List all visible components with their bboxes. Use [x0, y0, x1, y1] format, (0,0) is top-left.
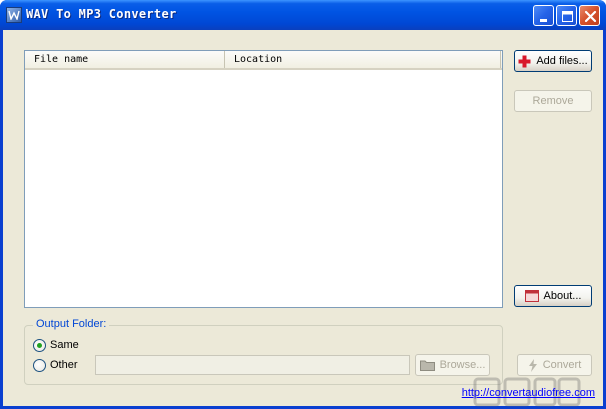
output-path-input[interactable]: [95, 355, 410, 375]
minimize-button[interactable]: [533, 5, 554, 26]
output-folder-group: Output Folder: Same Other Browse... Conv…: [24, 318, 592, 385]
about-label: About...: [543, 290, 582, 302]
add-files-label: Add files...: [536, 55, 588, 67]
folder-icon: [419, 359, 435, 371]
radio-same[interactable]: [33, 339, 46, 352]
app-icon[interactable]: [6, 7, 22, 23]
close-button[interactable]: [579, 5, 600, 26]
column-header-location[interactable]: Location: [225, 51, 501, 68]
browse-label: Browse...: [439, 359, 486, 371]
browse-button[interactable]: Browse...: [415, 354, 490, 376]
window-title: WAV To MP3 Converter: [26, 7, 177, 21]
file-list[interactable]: File name Location: [24, 50, 503, 308]
maximize-button[interactable]: [556, 5, 577, 26]
output-folder-title: Output Folder:: [33, 318, 110, 330]
client-area: File name Location Add files... Remove A…: [3, 30, 603, 407]
about-button[interactable]: About...: [514, 285, 592, 307]
add-files-button[interactable]: Add files...: [514, 50, 592, 72]
remove-button[interactable]: Remove: [514, 90, 592, 112]
radio-same-label[interactable]: Same: [50, 339, 79, 351]
convert-label: Convert: [542, 359, 582, 371]
radio-other[interactable]: [33, 359, 46, 372]
website-link[interactable]: http://convertaudiofree.com: [462, 387, 595, 399]
radio-selected-dot: [37, 343, 42, 348]
minimize-icon: [540, 19, 547, 22]
plus-icon: [518, 55, 531, 68]
window-icon: [524, 290, 539, 302]
remove-label: Remove: [532, 95, 574, 107]
app-window: WAV To MP3 Converter File name Location …: [0, 0, 606, 409]
convert-button[interactable]: Convert: [517, 354, 592, 376]
file-list-header: File name Location: [25, 51, 502, 70]
lightning-icon: [528, 358, 538, 372]
column-header-file-name[interactable]: File name: [25, 51, 225, 68]
radio-other-label[interactable]: Other: [50, 359, 78, 371]
close-icon: [584, 10, 597, 23]
maximize-icon: [562, 11, 573, 22]
title-bar[interactable]: WAV To MP3 Converter: [0, 0, 606, 30]
